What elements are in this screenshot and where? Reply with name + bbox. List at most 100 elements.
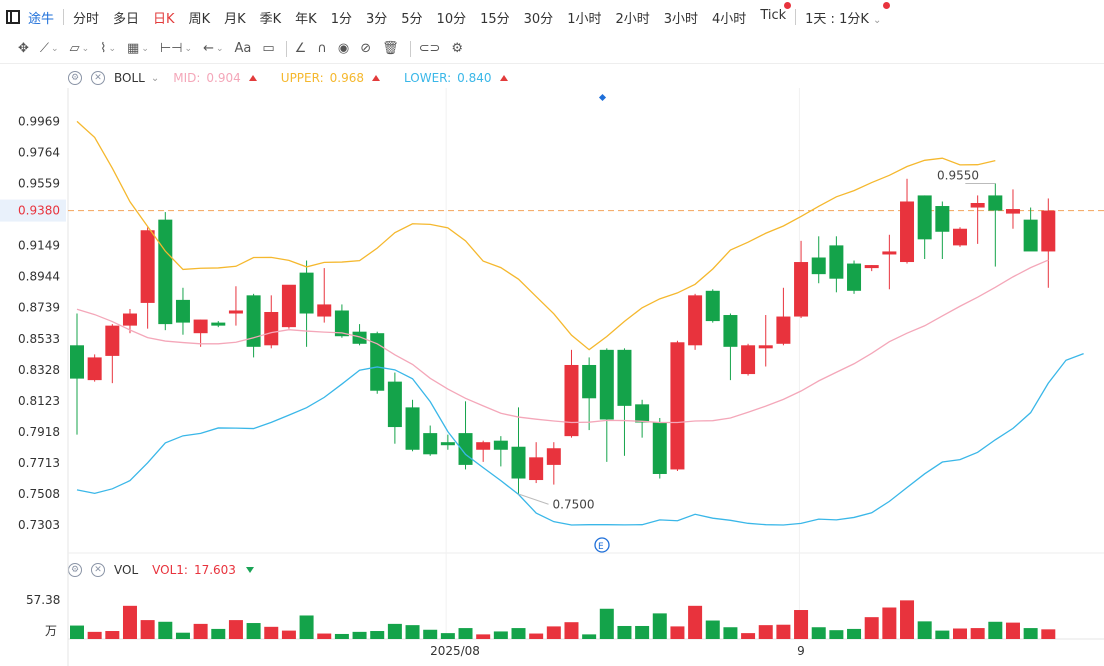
candle-body <box>264 311 279 346</box>
y-tick-label: 0.8944 <box>18 270 60 284</box>
y-tick-label: 0.8739 <box>18 301 60 315</box>
volume-bar <box>758 625 773 639</box>
volume-bar <box>511 628 526 639</box>
candle-body <box>564 364 579 437</box>
candle-body <box>723 315 738 347</box>
volume-bar <box>334 633 349 639</box>
candle-body <box>1041 210 1056 252</box>
volume-bar <box>635 625 650 639</box>
y-tick-label: 0.7508 <box>18 487 60 501</box>
volume-bar <box>705 620 720 639</box>
candle-body <box>440 442 455 446</box>
candle-body <box>281 284 296 328</box>
candle-body <box>1005 209 1020 214</box>
volume-bar <box>70 625 84 639</box>
volume-bar <box>741 633 756 639</box>
x-tick-label: 9 <box>797 644 805 658</box>
candle-body <box>299 272 314 314</box>
y-tick-label: 0.7713 <box>18 456 60 470</box>
event-marker-glyph: E <box>598 542 604 552</box>
volume-bar <box>864 617 879 639</box>
y-tick-label: 0.8123 <box>18 394 60 408</box>
candle-body <box>847 263 862 291</box>
volume-bar <box>476 634 491 639</box>
candle-body <box>988 195 1003 211</box>
volume-bar <box>352 631 367 639</box>
volume-bar <box>829 630 844 639</box>
y-tick-label: 0.8328 <box>18 363 60 377</box>
boll-upper-line <box>76 120 996 351</box>
marker-diamond-icon <box>598 93 607 102</box>
candle-body <box>158 219 173 325</box>
volume-bar <box>122 605 137 639</box>
volume-bar <box>776 624 791 639</box>
volume-bar <box>900 600 915 639</box>
volume-bar <box>970 628 985 639</box>
x-tick-label: 2025/08 <box>430 644 480 658</box>
candle-body <box>776 316 791 344</box>
candle-body <box>423 433 438 455</box>
volume-bar <box>458 628 473 639</box>
volume-bar <box>370 631 385 639</box>
candle-body <box>741 345 756 375</box>
candle-body <box>228 310 243 314</box>
candle-body <box>935 206 950 232</box>
current-price-label: 0.9380 <box>18 204 60 218</box>
volume-bar <box>140 620 155 639</box>
y-tick-label: 0.9559 <box>18 176 60 190</box>
volume-bar <box>1041 629 1056 639</box>
volume-bar <box>264 626 279 639</box>
volume-bar <box>405 625 420 639</box>
candle-body <box>635 404 650 423</box>
candle-body <box>829 245 844 279</box>
volume-bar <box>847 628 862 639</box>
candle-body <box>970 202 985 208</box>
volume-bar <box>1023 628 1038 639</box>
candle-body <box>493 440 508 450</box>
volume-bar <box>175 632 190 639</box>
volume-bar <box>87 631 102 639</box>
volume-bar <box>917 621 932 639</box>
candle-body <box>705 290 720 322</box>
volume-bar <box>228 620 243 639</box>
volume-bar <box>493 631 508 639</box>
candle-body <box>352 331 367 344</box>
volume-bar <box>688 605 703 639</box>
volume-bar <box>440 633 455 639</box>
volume-bar <box>105 631 120 639</box>
candle-body <box>387 381 402 428</box>
volume-bar <box>670 626 685 639</box>
candle-body <box>811 257 826 275</box>
candle-body <box>140 230 155 303</box>
volume-bar <box>988 621 1003 639</box>
volume-bar <box>652 613 667 639</box>
boll-mid-line <box>76 259 1049 424</box>
volume-bar <box>317 633 332 639</box>
volume-bar <box>423 629 438 639</box>
volume-bar <box>281 630 296 639</box>
volume-bar <box>617 625 632 639</box>
candle-body <box>211 322 226 326</box>
candle-body <box>864 265 879 269</box>
kline-chart[interactable]: 0.9969 0.9764 0.9559 0.9149 0.8944 0.8739 0.85… <box>0 0 1104 666</box>
y-tick-label: 0.8533 <box>18 332 60 346</box>
volume-bar <box>811 627 826 639</box>
volume-bar <box>546 626 561 639</box>
volume-bar <box>599 608 614 639</box>
y-tick-label: 0.9764 <box>18 145 60 159</box>
candle-body <box>105 325 120 356</box>
volume-bar <box>882 607 897 639</box>
candle-body <box>688 295 703 346</box>
candle-body <box>900 201 915 263</box>
y-tick-label: 0.7918 <box>18 425 60 439</box>
candle-body <box>953 228 967 246</box>
candle-body <box>758 345 773 349</box>
volume-bar <box>299 615 314 639</box>
candle-body <box>317 304 332 317</box>
high-annotation: 0.9550 <box>937 168 979 182</box>
candle-body <box>617 349 632 406</box>
candle-body <box>122 313 137 326</box>
volume-bar <box>953 628 967 639</box>
volume-bar <box>582 634 597 639</box>
candle-body <box>70 345 84 379</box>
